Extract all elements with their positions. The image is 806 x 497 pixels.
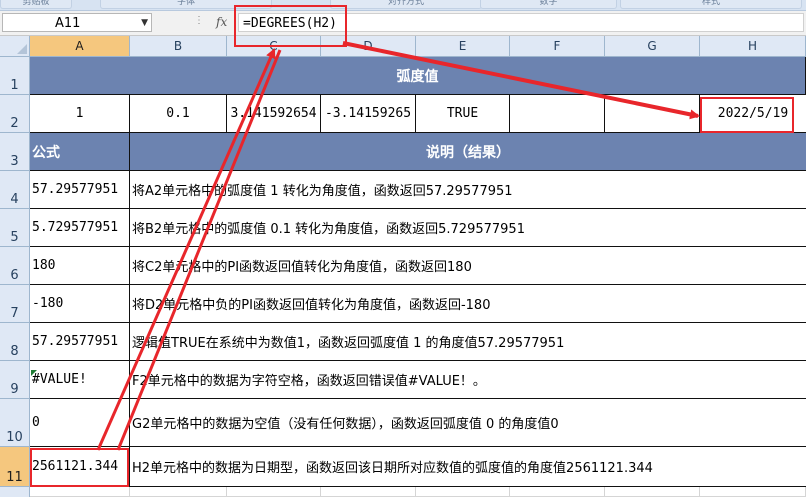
annotation-arrows [96,41,700,451]
arrow-to-h2 [342,41,700,120]
arrow-from-a11-right [116,49,282,451]
arrow-from-a11-left [96,48,276,451]
